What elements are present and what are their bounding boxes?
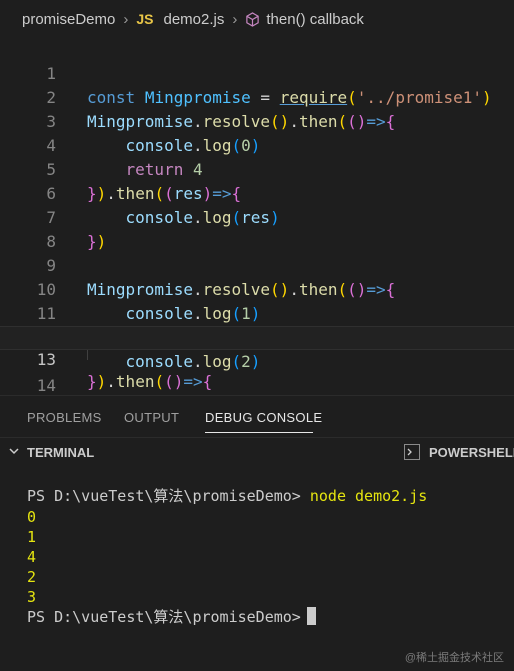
chevron-right-icon: › <box>123 10 129 28</box>
terminal-prompt: PS D:\vueTest\算法\promiseDemo> <box>27 608 301 626</box>
code-line[interactable]: 6 console.log(res) <box>0 158 514 227</box>
code-line[interactable]: 9 Mingpromise.resolve().then(()=>{ <box>0 230 514 299</box>
code-line[interactable]: 14 console.log(3) <box>0 350 514 419</box>
breadcrumb: promiseDemo › JS demo2.js › then() callb… <box>0 0 514 38</box>
tab-debug-console[interactable]: DEBUG CONSOLE <box>205 410 322 425</box>
cube-symbol-icon <box>245 11 260 27</box>
code-line[interactable]: 10 console.log(1) <box>0 254 514 323</box>
chevron-down-icon[interactable] <box>8 445 20 460</box>
code-line[interactable]: 5 }).then((res)=>{ <box>0 134 514 203</box>
breadcrumb-file[interactable]: demo2.js <box>164 11 225 28</box>
terminal-command-line: PS D:\vueTest\算法\promiseDemo> node demo2… <box>27 486 427 506</box>
js-file-icon: JS <box>136 11 154 27</box>
terminal-output[interactable]: PS D:\vueTest\算法\promiseDemo> node demo2… <box>0 467 514 671</box>
code-editor[interactable]: 1 const Mingpromise = require('../promis… <box>0 38 514 443</box>
terminal-command: node demo2.js <box>309 487 428 505</box>
terminal-title: TERMINAL <box>27 445 95 460</box>
code-line-active[interactable]: 13 }).then(()=>{ <box>0 326 514 391</box>
terminal-output-line: 2 <box>27 568 37 586</box>
breadcrumb-folder[interactable]: promiseDemo <box>22 11 115 28</box>
chevron-right-icon: › <box>232 10 238 28</box>
terminal-prompt: PS D:\vueTest\算法\promiseDemo> <box>27 487 301 505</box>
tab-output[interactable]: OUTPUT <box>124 410 179 425</box>
panel-tab-bar: PROBLEMS OUTPUT DEBUG CONSOLE <box>0 395 514 438</box>
code-line[interactable]: 12 console.log(2) <box>0 302 514 371</box>
terminal-output-line: 0 <box>27 508 37 526</box>
terminal-shell-label[interactable]: POWERSHELL <box>429 445 514 460</box>
tab-problems[interactable]: PROBLEMS <box>27 410 102 425</box>
breadcrumb-symbol[interactable]: then() callback <box>266 11 364 28</box>
code-line[interactable]: 4 return 4 <box>0 110 514 179</box>
terminal-header[interactable]: TERMINAL POWERSHELL <box>0 437 514 468</box>
terminal-prompt-line[interactable]: PS D:\vueTest\算法\promiseDemo> <box>27 607 316 627</box>
watermark: @稀土掘金技术社区 <box>404 652 504 664</box>
terminal-shell-icon <box>404 444 420 460</box>
terminal-output-line: 1 <box>27 528 37 546</box>
active-tab-indicator <box>205 432 313 433</box>
terminal-output-line: 3 <box>27 588 37 606</box>
code-line[interactable]: 11 }).then(()=>{ <box>0 278 514 347</box>
code-line[interactable]: 3 console.log(0) <box>0 86 514 155</box>
code-line[interactable]: 8 <box>0 206 514 251</box>
terminal-output-line: 4 <box>27 548 37 566</box>
code-line[interactable]: 2 Mingpromise.resolve().then(()=>{ <box>0 62 514 131</box>
terminal-cursor <box>306 607 316 625</box>
code-line[interactable]: 1 const Mingpromise = require('../promis… <box>0 38 514 107</box>
code-line[interactable]: 7 }) <box>0 182 514 251</box>
